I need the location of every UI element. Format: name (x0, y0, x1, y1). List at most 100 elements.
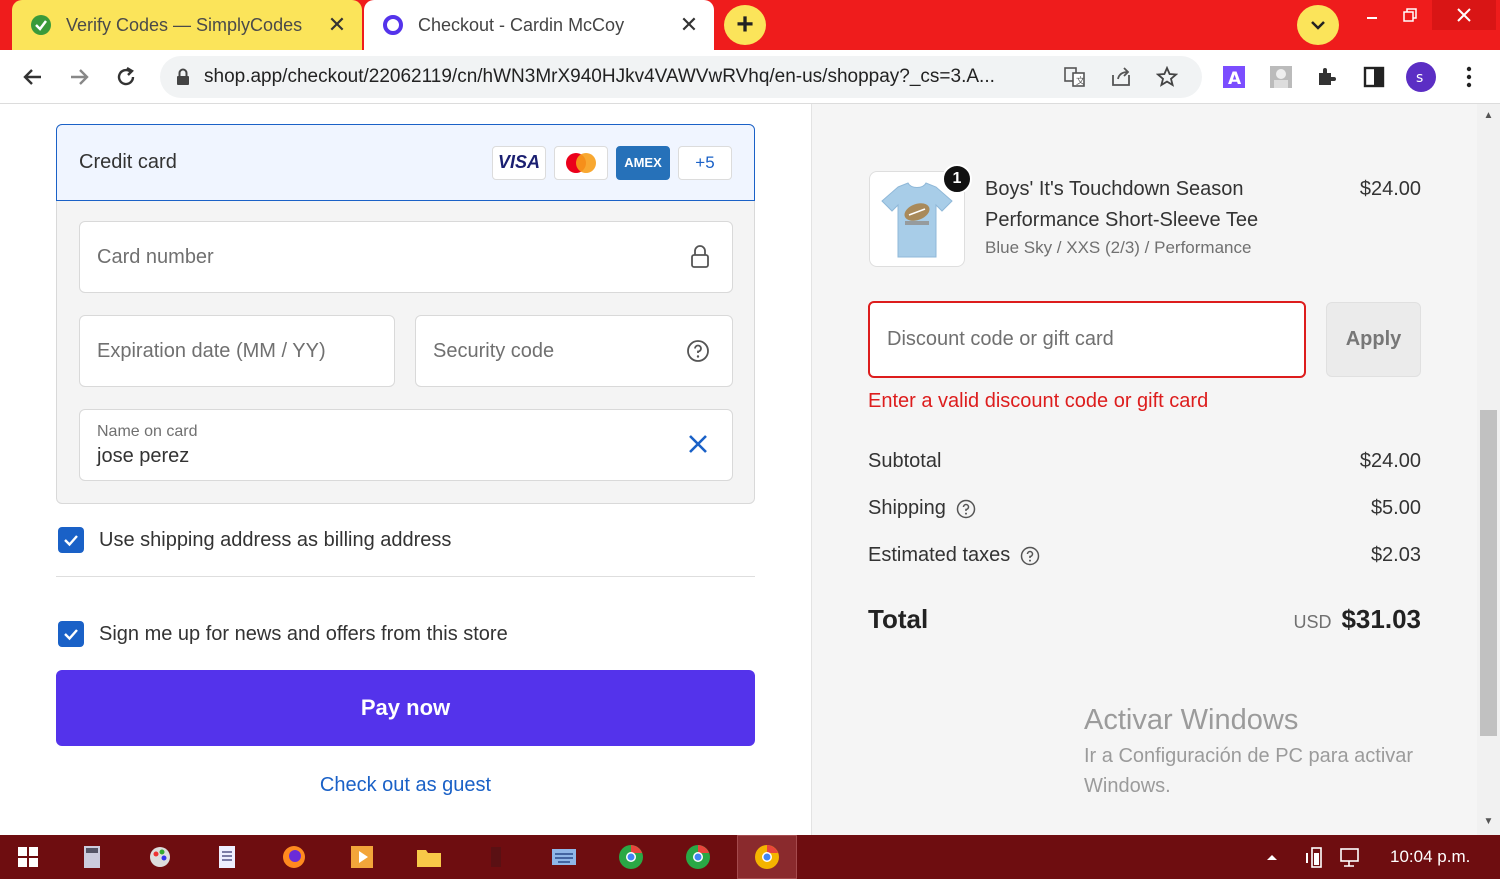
help-circle-icon[interactable] (686, 339, 710, 363)
extensions-puzzle-icon[interactable] (1308, 58, 1346, 96)
lock-icon[interactable] (176, 68, 190, 86)
tshirt-image (881, 182, 953, 258)
expiration-placeholder: Expiration date (MM / YY) (97, 339, 326, 362)
apply-button[interactable]: Apply (1326, 302, 1421, 377)
notepad-icon[interactable] (209, 839, 245, 875)
total-row: Total USD $31.03 (868, 604, 1421, 635)
total-currency: USD (1293, 612, 1332, 632)
help-circle-icon[interactable] (956, 499, 976, 519)
discount-code-input[interactable]: Discount code or gift card (868, 301, 1306, 378)
chevron-down-icon (1311, 21, 1325, 30)
check-out-as-guest-link[interactable]: Check out as guest (56, 774, 755, 797)
tab-title: Verify Codes — SimplyCodes (66, 14, 303, 35)
new-tab-button[interactable]: + (724, 5, 766, 45)
app-icon[interactable] (478, 839, 514, 875)
more-brands-badge: +5 (678, 145, 732, 180)
svg-text:A: A (1228, 69, 1242, 89)
scroll-up-icon[interactable]: ▲ (1482, 110, 1495, 121)
media-player-icon[interactable] (344, 839, 380, 875)
scroll-thumb[interactable] (1480, 410, 1497, 736)
checkbox-checked-icon[interactable] (58, 621, 84, 647)
tab-close-icon[interactable]: ✕ (322, 12, 352, 38)
chrome-icon[interactable] (613, 839, 649, 875)
scroll-down-icon[interactable]: ▼ (1482, 816, 1495, 827)
mastercard-logo (554, 145, 608, 180)
shipping-amount: $5.00 (1370, 497, 1421, 519)
bookmark-star-icon[interactable] (1144, 66, 1190, 88)
order-summary-column: 1 Boys' It's Touchdown Season Performanc… (811, 104, 1477, 835)
product-name: Boys' It's Touchdown Season Performance … (985, 178, 1259, 231)
network-icon[interactable] (1332, 839, 1368, 875)
share-icon[interactable] (1098, 66, 1144, 88)
taskbar-clock[interactable]: 10:04 p.m. (1390, 847, 1470, 867)
extension-avatar-icon[interactable] (1262, 58, 1300, 96)
tab-close-icon[interactable]: ✕ (674, 12, 704, 38)
tab-title: Checkout - Cardin McCoy (418, 14, 625, 35)
clear-x-icon[interactable] (686, 432, 710, 456)
address-bar[interactable]: shop.app/checkout/22062119/cn/hWN3MrX940… (160, 56, 1202, 98)
reload-button[interactable] (107, 58, 145, 96)
close-window-button[interactable] (1432, 0, 1496, 30)
amex-logo: AMEX (616, 145, 670, 180)
shop-icon (382, 14, 404, 36)
tab-checkout[interactable]: Checkout - Cardin McCoy ✕ (364, 0, 714, 50)
restore-button[interactable] (1388, 0, 1432, 30)
chrome-active-window[interactable] (737, 835, 797, 879)
chrome-canary-icon[interactable] (749, 839, 785, 875)
firefox-icon[interactable] (276, 839, 312, 875)
subtotal-amount: $24.00 (1359, 450, 1421, 472)
name-on-card-field[interactable]: Name on card jose perez (79, 409, 733, 481)
chrome-profile-icon[interactable] (680, 839, 716, 875)
forward-button[interactable] (60, 58, 98, 96)
taxes-row: Estimated taxes $2.03 (868, 544, 1421, 567)
svg-text:文: 文 (1076, 75, 1085, 87)
payment-box: Credit card VISA AMEX +5 Card number Exp… (56, 124, 755, 504)
checkout-page: Credit card VISA AMEX +5 Card number Exp… (0, 104, 1500, 835)
url-text[interactable]: shop.app/checkout/22062119/cn/hWN3MrX940… (204, 66, 1052, 88)
restore-icon (1403, 8, 1417, 22)
simplycodes-icon (30, 14, 52, 36)
subtotal-row: Subtotal $24.00 (868, 450, 1421, 473)
card-number-field[interactable]: Card number (79, 221, 733, 293)
profile-avatar-icon[interactable]: s (1402, 58, 1440, 96)
tab-simplycodes[interactable]: Verify Codes — SimplyCodes ✕ (12, 0, 362, 50)
expiration-date-field[interactable]: Expiration date (MM / YY) (79, 315, 395, 387)
tray-chevron-up-icon[interactable] (1260, 839, 1284, 875)
keyboard-icon[interactable] (546, 839, 582, 875)
security-code-field[interactable]: Security code (415, 315, 733, 387)
pay-now-button[interactable]: Pay now (56, 670, 755, 746)
watermark-subtitle: Ir a Configuración de PC para activar Wi… (1084, 745, 1414, 797)
product-price: $24.00 (1359, 178, 1421, 200)
windows-activation-watermark: Activar Windows Ir a Configuración de PC… (1084, 704, 1464, 801)
help-circle-icon[interactable] (1020, 546, 1040, 566)
product-variant: Blue Sky / XXS (2/3) / Performance (985, 238, 1252, 257)
browser-toolbar: shop.app/checkout/22062119/cn/hWN3MrX940… (0, 50, 1500, 104)
side-panel-icon[interactable] (1355, 58, 1393, 96)
power-battery-icon[interactable] (1298, 839, 1334, 875)
credit-card-option[interactable]: Credit card VISA AMEX +5 (56, 124, 755, 201)
checkbox-checked-icon[interactable] (58, 527, 84, 553)
svg-text:s: s (1416, 70, 1423, 86)
calculator-icon[interactable] (74, 839, 110, 875)
file-explorer-icon[interactable] (411, 839, 447, 875)
extension-a-icon[interactable]: A (1215, 58, 1253, 96)
lock-icon (690, 245, 710, 269)
back-button[interactable] (14, 58, 52, 96)
tab-search-button[interactable] (1297, 5, 1339, 45)
total-label: Total (868, 604, 929, 634)
translate-icon[interactable]: 文 (1052, 66, 1098, 88)
back-arrow-icon (23, 69, 41, 85)
billing-same-checkbox-row[interactable]: Use shipping address as billing address (58, 527, 451, 553)
payment-column: Credit card VISA AMEX +5 Card number Exp… (0, 104, 811, 835)
page-scrollbar[interactable]: ▲ ▼ (1477, 104, 1500, 835)
newsletter-checkbox-row[interactable]: Sign me up for news and offers from this… (58, 621, 508, 647)
menu-kebab-icon[interactable] (1450, 58, 1488, 96)
forward-arrow-icon (71, 69, 89, 85)
paint-icon[interactable] (142, 839, 178, 875)
quantity-badge: 1 (942, 164, 972, 194)
close-icon (1457, 8, 1471, 22)
minimize-icon (1367, 17, 1377, 19)
name-on-card-value[interactable]: jose perez (97, 445, 189, 468)
start-windows-icon[interactable] (10, 839, 46, 875)
watermark-title: Activar Windows (1084, 704, 1299, 736)
